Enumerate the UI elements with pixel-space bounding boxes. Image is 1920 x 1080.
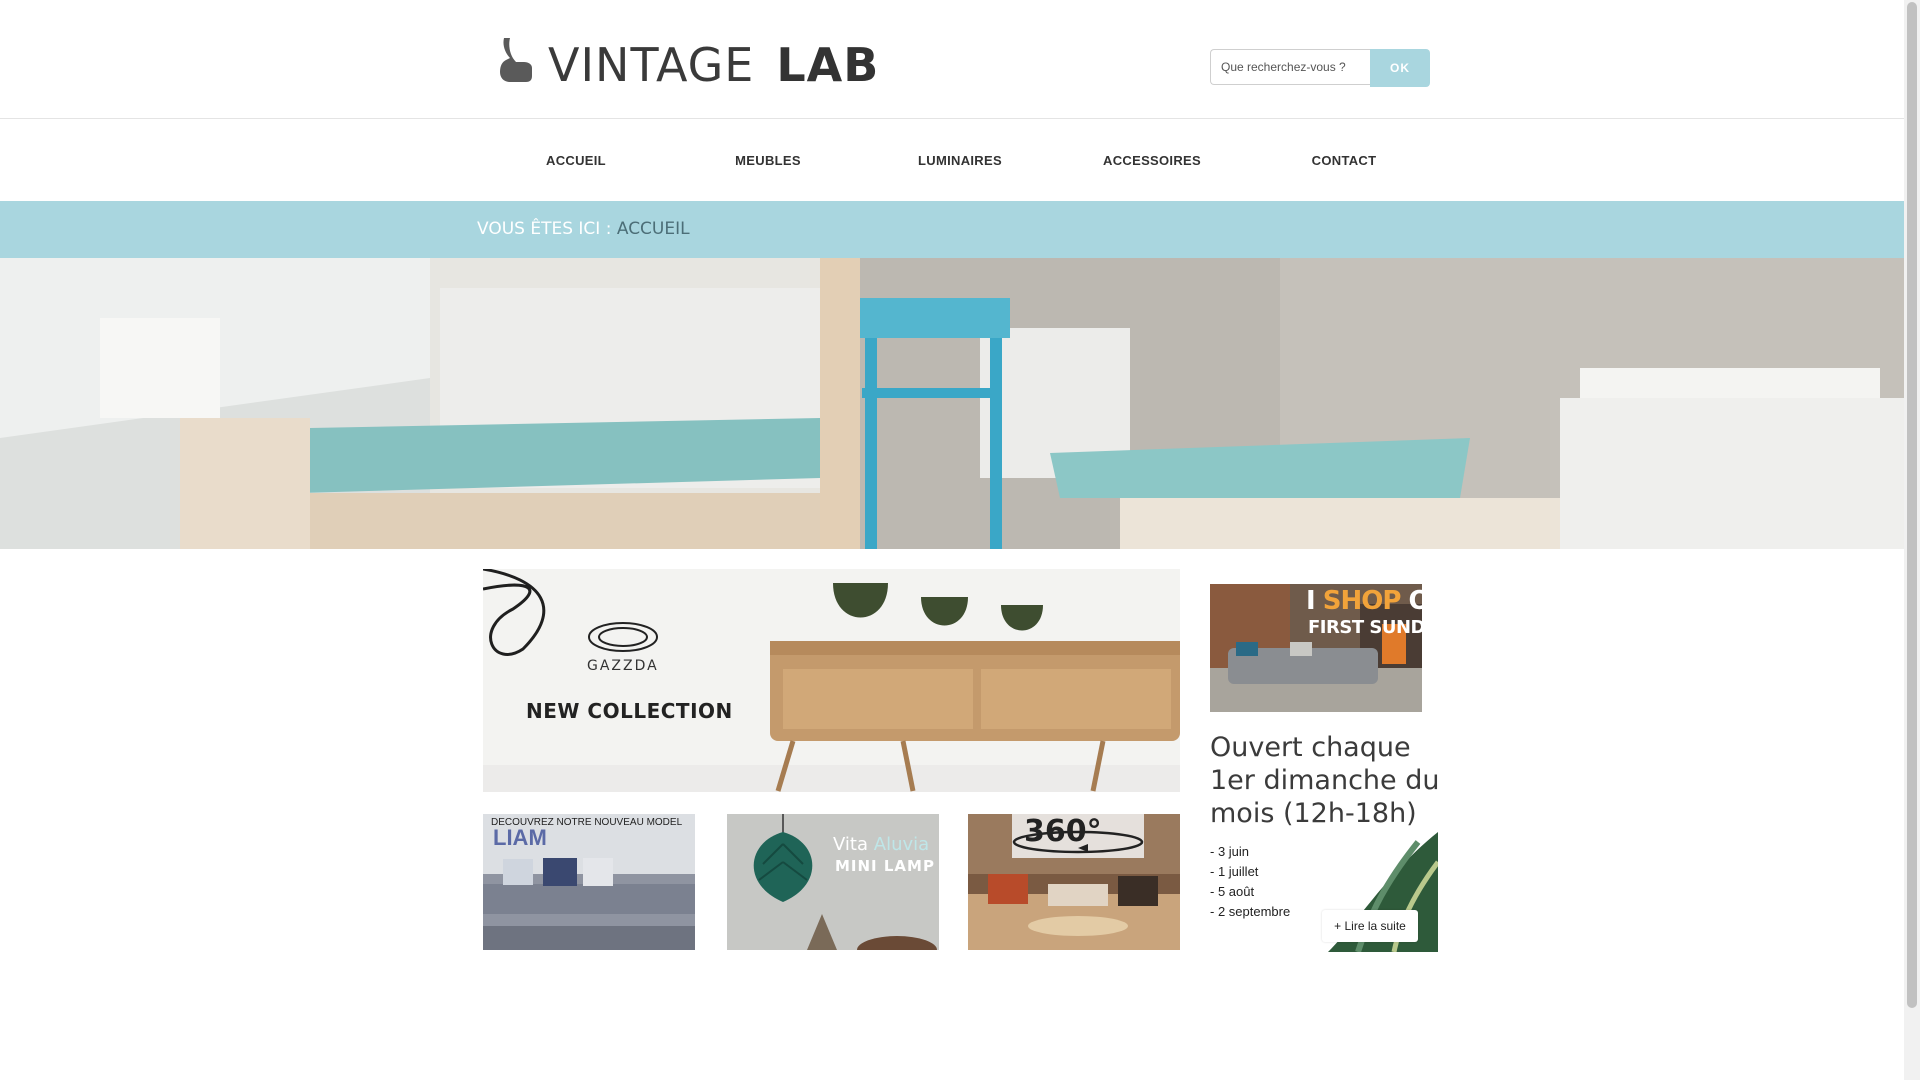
nav-item-contact[interactable]: CONTACT (1248, 119, 1440, 201)
vertical-scrollbar[interactable] (1904, 0, 1920, 1080)
chair-logo-icon (500, 38, 532, 82)
tile-title: Vita Aluvia (833, 834, 929, 855)
list-item: - 2 septembre (1210, 904, 1291, 919)
nav-item-meubles[interactable]: MEUBLES (672, 119, 864, 201)
breadcrumb: VOUS ÊTES ICI : ACCUEIL (0, 201, 1904, 258)
liam-sofa-tile[interactable]: DECOUVREZ NOTRE NOUVEAU MODEL LIAM (483, 814, 695, 950)
brand-name: VINTAGE LAB (548, 38, 879, 92)
tile-title-part2: Aluvia (873, 834, 930, 855)
site-header: VINTAGE LAB OK (0, 0, 1904, 119)
virtual-tour-tile[interactable]: 360° (968, 814, 1180, 950)
promo-headline-part2: SHOP (1322, 586, 1402, 616)
nav-item-accueil[interactable]: ACCUEIL (480, 119, 672, 201)
first-sundays-promo[interactable]: I SHOP ON FIRST SUNDAYS (1210, 584, 1422, 712)
promo-subheadline: FIRST SUNDAYS (1308, 617, 1422, 638)
brand-name-part1: VINTAGE (548, 38, 755, 92)
promo-headline-part1: I (1306, 586, 1323, 616)
opening-dates-list: - 3 juin - 1 juillet - 5 août - 2 septem… (1210, 842, 1290, 922)
list-item: - 1 juillet (1210, 864, 1259, 879)
breadcrumb-prefix: VOUS ÊTES ICI : (477, 219, 612, 239)
hero-image (0, 258, 1904, 549)
read-more-button[interactable]: + Lire la suite (1322, 910, 1418, 942)
list-item: - 3 juin (1210, 844, 1250, 859)
nav-item-luminaires[interactable]: LUMINAIRES (864, 119, 1056, 201)
breadcrumb-text: VOUS ÊTES ICI : ACCUEIL (477, 219, 690, 239)
tile-title: 360° (1024, 814, 1102, 849)
search-form: OK (1210, 49, 1430, 87)
tile-title: LIAM (493, 825, 547, 850)
nav-item-accessoires[interactable]: ACCESSOIRES (1056, 119, 1248, 201)
sideboard-photo (483, 569, 1180, 792)
promo-headline: I SHOP ON (1306, 586, 1422, 616)
banner-title: NEW COLLECTION (526, 699, 733, 723)
breadcrumb-current[interactable]: ACCUEIL (617, 219, 690, 239)
tile-title-part1: Vita (833, 834, 869, 855)
site-logo[interactable]: VINTAGE LAB (496, 34, 896, 94)
search-submit-button[interactable]: OK (1370, 49, 1430, 87)
list-item: - 5 août (1210, 884, 1255, 899)
vita-aluvia-tile[interactable]: Vita Aluvia MINI LAMP (727, 814, 939, 950)
hero-interior-photo (0, 258, 1904, 549)
search-input[interactable] (1210, 49, 1370, 85)
main-navigation: ACCUEIL MEUBLES LUMINAIRES ACCESSOIRES C… (0, 119, 1904, 201)
scrollbar-thumb[interactable] (1907, 2, 1917, 1008)
banner-brand: GAZZDA (587, 658, 659, 674)
promo-headline-part3: ON (1408, 586, 1422, 616)
brand-name-part2: LAB (776, 38, 880, 92)
opening-hours-title: Ouvert chaque 1er dimanche du mois (12h-… (1210, 732, 1440, 829)
tile-subtitle: MINI LAMP (835, 857, 935, 875)
gazzda-collection-banner[interactable]: GAZZDA NEW COLLECTION (483, 569, 1180, 792)
